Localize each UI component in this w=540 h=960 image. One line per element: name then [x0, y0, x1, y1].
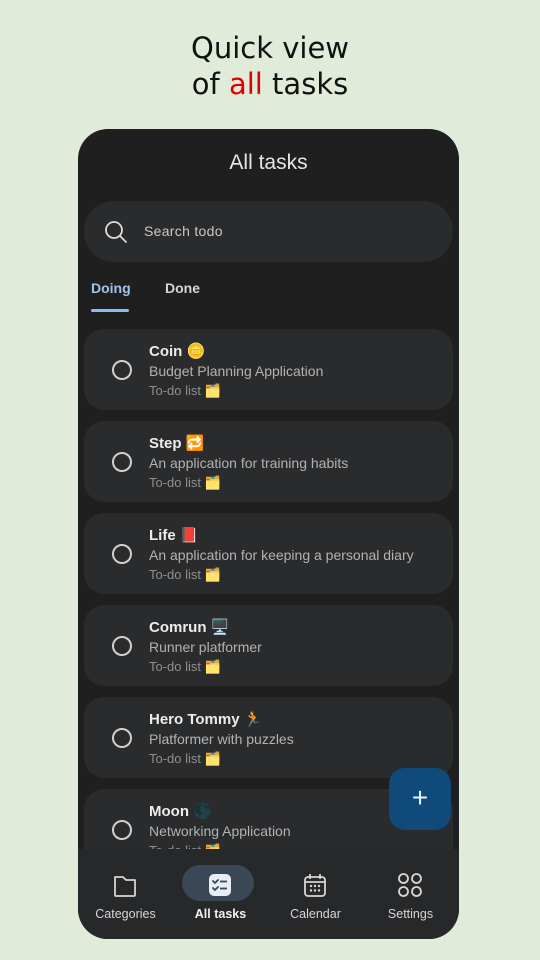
task-list-tag: To-do list 🗂️ — [149, 383, 221, 398]
nav-label: Settings — [387, 907, 434, 921]
task-name: Hero Tommy 🏃 — [149, 711, 263, 728]
task-description: Runner platformer — [149, 639, 262, 655]
task-description: An application for keeping a personal di… — [149, 547, 414, 563]
tab-doing[interactable]: Doing — [91, 280, 131, 296]
headline-line-2: of all tasks — [0, 66, 540, 102]
nav-item-calendar[interactable]: Calendar — [268, 849, 363, 939]
nav-label: Calendar — [290, 907, 341, 921]
nav-item-all-tasks[interactable]: All tasks — [173, 849, 268, 939]
complete-checkbox[interactable] — [112, 360, 132, 380]
search-placeholder: Search todo — [144, 223, 223, 239]
folder-icon — [111, 871, 139, 904]
nav-item-categories[interactable]: Categories — [78, 849, 173, 939]
task-card-step[interactable]: Step 🔁 An application for training habit… — [84, 421, 453, 502]
complete-checkbox[interactable] — [112, 544, 132, 564]
plus-icon: + — [411, 782, 429, 813]
search-icon — [104, 220, 128, 249]
phone-screen: All tasks Search todo Doing Done Coin 🪙 … — [78, 129, 459, 939]
complete-checkbox[interactable] — [112, 452, 132, 472]
task-list-tag: To-do list 🗂️ — [149, 475, 221, 490]
add-task-button[interactable]: + — [389, 768, 451, 830]
task-description: Budget Planning Application — [149, 363, 324, 379]
task-name: Life 📕 — [149, 527, 199, 544]
tab-done[interactable]: Done — [165, 280, 200, 296]
page-title: All tasks — [229, 151, 308, 174]
bottom-navigation: Categories All tasks Calendar Settings — [78, 849, 459, 939]
headline-line-1: Quick view — [191, 31, 349, 65]
task-description: An application for training habits — [149, 455, 349, 471]
task-card-hero-tommy[interactable]: Hero Tommy 🏃 Platformer with puzzles To-… — [84, 697, 453, 778]
complete-checkbox[interactable] — [112, 820, 132, 840]
task-card-life[interactable]: Life 📕 An application for keeping a pers… — [84, 513, 453, 594]
headline-prefix: of — [191, 67, 229, 101]
complete-checkbox[interactable] — [112, 636, 132, 656]
task-name: Moon 🌑 — [149, 803, 212, 820]
task-description: Networking Application — [149, 823, 291, 839]
nav-label: All tasks — [194, 907, 247, 921]
search-input[interactable]: Search todo — [84, 201, 453, 262]
nav-label: Categories — [95, 907, 156, 921]
nav-item-settings[interactable]: Settings — [363, 849, 458, 939]
task-list-tag: To-do list 🗂️ — [149, 751, 221, 766]
task-card-coin[interactable]: Coin 🪙 Budget Planning Application To-do… — [84, 329, 453, 410]
headline-suffix: tasks — [262, 67, 349, 101]
task-card-comrun[interactable]: Comrun 🖥️ Runner platformer To-do list 🗂… — [84, 605, 453, 686]
checklist-icon — [206, 871, 234, 904]
headline-accent-word: all — [228, 67, 263, 101]
task-name: Coin 🪙 — [149, 343, 206, 360]
task-description: Platformer with puzzles — [149, 731, 294, 747]
complete-checkbox[interactable] — [112, 728, 132, 748]
promo-headline: Quick view of all tasks — [0, 30, 540, 102]
calendar-icon — [301, 871, 329, 904]
tab-indicator — [91, 309, 129, 312]
task-name: Step 🔁 — [149, 435, 205, 452]
grid-icon — [396, 871, 424, 904]
task-name: Comrun 🖥️ — [149, 619, 230, 636]
task-list-tag: To-do list 🗂️ — [149, 659, 221, 674]
task-list-tag: To-do list 🗂️ — [149, 567, 221, 582]
